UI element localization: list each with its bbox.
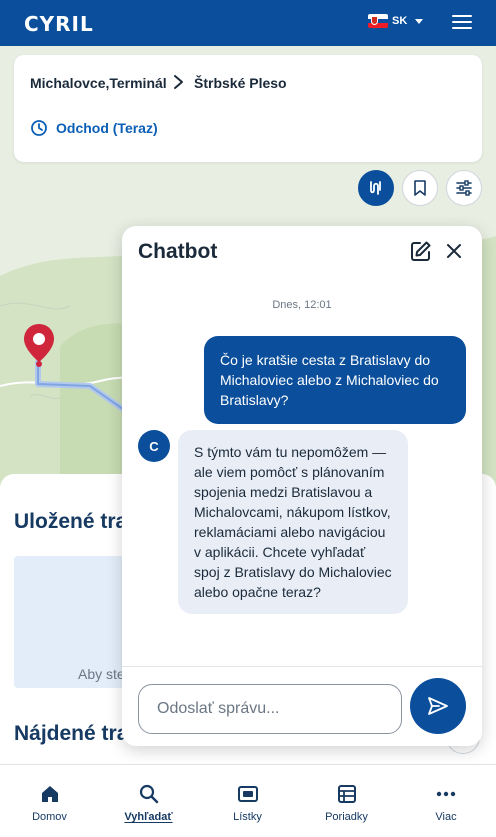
user-message: Čo je kratšie cesta z Bratislavy do Mich… bbox=[204, 336, 466, 424]
nav-search[interactable]: Vyhľadať bbox=[99, 765, 198, 837]
saved-routes-title: Uložené trasy bbox=[14, 510, 124, 533]
departure-time-button[interactable]: Odchod (Teraz) bbox=[30, 119, 158, 137]
language-code: SK bbox=[392, 15, 408, 27]
sliders-icon bbox=[456, 180, 472, 196]
route-icon bbox=[370, 181, 381, 195]
chat-date: Dnes, 12:01 bbox=[272, 299, 332, 311]
nav-label: Lístky bbox=[233, 811, 262, 823]
route-from: Michalovce,Terminál bbox=[30, 75, 167, 91]
nav-home[interactable]: Domov bbox=[0, 765, 99, 837]
search-icon bbox=[139, 784, 158, 804]
route-options-button[interactable] bbox=[358, 170, 394, 206]
chevron-down-icon bbox=[415, 18, 424, 24]
close-icon[interactable] bbox=[444, 241, 464, 261]
chat-title: Chatbot bbox=[138, 240, 218, 263]
slovak-flag-icon bbox=[368, 14, 388, 28]
bookmark-icon bbox=[414, 180, 426, 196]
language-selector[interactable]: SK bbox=[368, 14, 424, 28]
nav-label: Domov bbox=[32, 811, 67, 823]
departure-label: Odchod (Teraz) bbox=[56, 120, 158, 136]
route-to: Štrbské Pleso bbox=[194, 75, 287, 91]
nav-label: Vyhľadať bbox=[124, 811, 173, 823]
nav-label: Poriadky bbox=[325, 811, 368, 823]
map-pin-icon[interactable] bbox=[22, 322, 56, 368]
nav-tickets[interactable]: Lístky bbox=[198, 765, 297, 837]
bookmark-button[interactable] bbox=[402, 170, 438, 206]
chat-divider bbox=[122, 666, 482, 667]
chatbot-window: Chatbot Dnes, 12:01 Čo je kratšie cesta … bbox=[122, 226, 482, 746]
bot-message: S týmto vám tu nepomôžem — ale viem pomô… bbox=[178, 430, 408, 614]
more-icon bbox=[436, 791, 456, 797]
send-icon bbox=[428, 697, 448, 715]
saved-routes-hint: Aby ste bbox=[78, 666, 125, 682]
message-input[interactable] bbox=[138, 684, 402, 734]
menu-icon[interactable] bbox=[452, 15, 472, 31]
ticket-icon bbox=[237, 786, 258, 802]
found-routes-title: Nájdené trasy bbox=[14, 722, 124, 745]
timetable-icon bbox=[337, 785, 356, 803]
top-bar: CYRIL SK bbox=[0, 0, 496, 46]
filter-button[interactable] bbox=[446, 170, 482, 206]
logo[interactable]: CYRIL bbox=[24, 12, 94, 36]
bottom-navigation: Domov Vyhľadať Lístky Poriadky Viac bbox=[0, 764, 496, 837]
send-button[interactable] bbox=[410, 678, 466, 734]
edit-icon[interactable] bbox=[410, 240, 432, 262]
nav-more[interactable]: Viac bbox=[396, 765, 496, 837]
home-icon bbox=[41, 786, 58, 802]
route-card[interactable]: Michalovce,Terminál Štrbské Pleso Odchod… bbox=[14, 55, 482, 162]
nav-timetables[interactable]: Poriadky bbox=[297, 765, 396, 837]
nav-label: Viac bbox=[435, 811, 457, 823]
bot-avatar: C bbox=[138, 430, 170, 462]
clock-icon bbox=[31, 120, 47, 136]
chevron-right-icon bbox=[174, 75, 183, 89]
